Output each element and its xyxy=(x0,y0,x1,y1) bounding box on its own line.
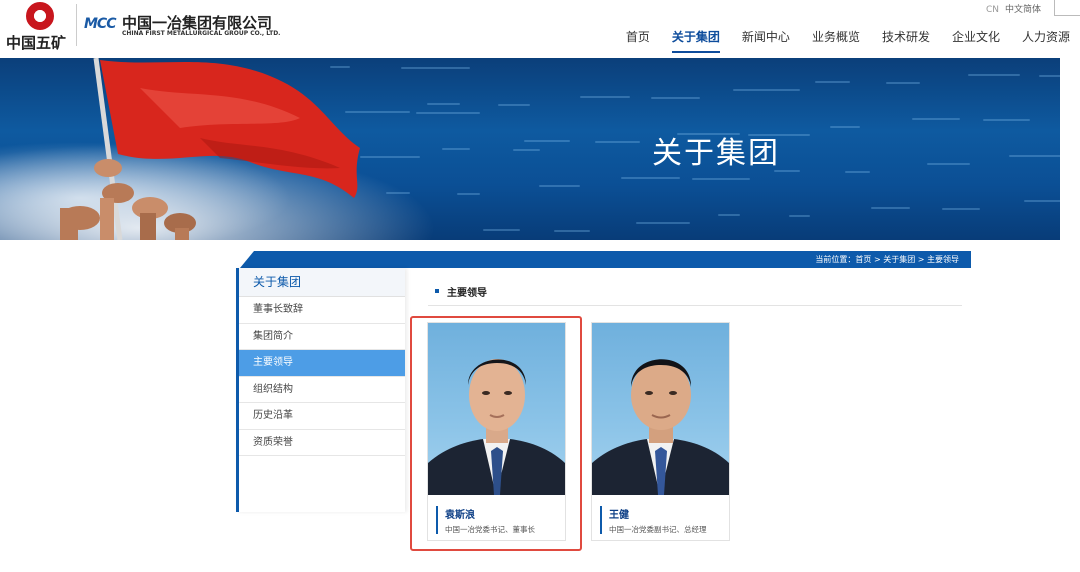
wave-decoration xyxy=(733,89,800,91)
language-switch[interactable]: CN 中文简体 xyxy=(986,2,1041,15)
main-nav: 首页 关于集团 新闻中心 业务概览 技术研发 企业文化 人力资源 xyxy=(604,28,1070,53)
language-label: 中文简体 xyxy=(1005,5,1042,15)
leader-photo xyxy=(592,323,729,495)
language-dropdown-box[interactable] xyxy=(1054,0,1080,16)
hero-banner: 关于集团 xyxy=(0,58,1060,240)
section-header: 主要领导 xyxy=(428,283,962,306)
wave-decoration xyxy=(1009,155,1060,157)
wave-decoration xyxy=(718,214,740,216)
section-title: 主要领导 xyxy=(447,288,487,299)
wave-decoration xyxy=(513,149,540,151)
leader-name[interactable]: 王健 xyxy=(609,506,707,521)
section-bullet-icon xyxy=(435,289,439,293)
wave-decoration xyxy=(539,185,580,187)
wave-decoration xyxy=(442,148,470,150)
sidebar-item[interactable]: 资质荣誉 xyxy=(239,430,405,456)
language-code: CN xyxy=(986,5,1000,15)
nav-item[interactable]: 关于集团 xyxy=(671,28,720,53)
wave-decoration xyxy=(554,230,590,232)
wave-decoration xyxy=(457,193,480,195)
minmetals-logo-text: 中国五矿 xyxy=(6,34,67,52)
sidebar-item[interactable]: 集团简介 xyxy=(239,324,405,350)
sidebar-title: 关于集团 xyxy=(239,268,405,297)
breadcrumb-bar: 当前位置：首页 > 关于集团 > 主要领导 xyxy=(240,251,971,268)
wave-decoration xyxy=(498,104,530,106)
wave-decoration xyxy=(927,163,970,165)
wave-decoration xyxy=(386,192,410,194)
minmetals-logo[interactable]: 中国五矿 xyxy=(6,2,72,52)
wave-decoration xyxy=(636,222,690,224)
wave-decoration xyxy=(942,208,980,210)
sidebar-item[interactable]: 董事长致辞 xyxy=(239,297,405,324)
wave-decoration xyxy=(580,96,630,98)
sidebar-item[interactable]: 历史沿革 xyxy=(239,403,405,430)
breadcrumb: 当前位置：首页 > 关于集团 > 主要领导 xyxy=(815,255,959,264)
nav-item[interactable]: 企业文化 xyxy=(952,28,1000,53)
breadcrumb-notch xyxy=(240,251,254,268)
wave-decoration xyxy=(416,112,480,114)
flag-illustration-icon xyxy=(60,58,360,240)
wave-decoration xyxy=(692,178,750,180)
mcc-mark-icon: MCC xyxy=(84,16,117,32)
company-name-en: CHINA FIRST METALLURGICAL GROUP CO., LTD… xyxy=(122,30,281,37)
nav-item[interactable]: 首页 xyxy=(626,28,650,53)
sidebar-item[interactable]: 组织结构 xyxy=(239,377,405,403)
wave-decoration xyxy=(886,82,920,84)
banner-title: 关于集团 xyxy=(652,136,780,171)
logo-divider xyxy=(76,4,77,46)
wave-decoration xyxy=(595,141,640,143)
wave-decoration xyxy=(815,81,850,83)
wave-decoration xyxy=(1024,200,1060,202)
nav-item[interactable]: 技术研发 xyxy=(882,28,930,53)
wave-decoration xyxy=(912,118,960,120)
nav-item[interactable]: 人力资源 xyxy=(1022,28,1070,53)
wave-decoration xyxy=(845,171,870,173)
wave-decoration xyxy=(1039,75,1060,77)
wave-decoration xyxy=(524,140,570,142)
nav-item[interactable]: 业务概览 xyxy=(812,28,860,53)
wave-decoration xyxy=(789,215,810,217)
leader-info: 王健 中国一冶党委副书记、总经理 xyxy=(600,506,707,534)
sidebar-item[interactable]: 主要领导 xyxy=(239,350,405,377)
nav-item[interactable]: 新闻中心 xyxy=(742,28,790,53)
minmetals-emblem-icon xyxy=(26,2,54,30)
wave-decoration xyxy=(968,74,1020,76)
wave-decoration xyxy=(401,67,470,69)
sidebar: 关于集团 董事长致辞 集团简介 主要领导 组织结构 历史沿革 资质荣誉 xyxy=(236,268,405,512)
highlight-box xyxy=(410,316,582,551)
leader-card[interactable]: 王健 中国一冶党委副书记、总经理 xyxy=(591,322,730,541)
leader-title: 中国一冶党委副书记、总经理 xyxy=(609,525,707,534)
wave-decoration xyxy=(483,229,520,231)
wave-decoration xyxy=(983,119,1030,121)
wave-decoration xyxy=(830,126,860,128)
wave-decoration xyxy=(871,207,910,209)
site-header: 中国五矿 MCC 中国一冶集团有限公司 CHINA FIRST METALLUR… xyxy=(0,0,1080,58)
wave-decoration xyxy=(621,177,680,179)
wave-decoration xyxy=(651,97,700,99)
wave-decoration xyxy=(427,103,460,105)
portrait-icon xyxy=(592,359,729,495)
